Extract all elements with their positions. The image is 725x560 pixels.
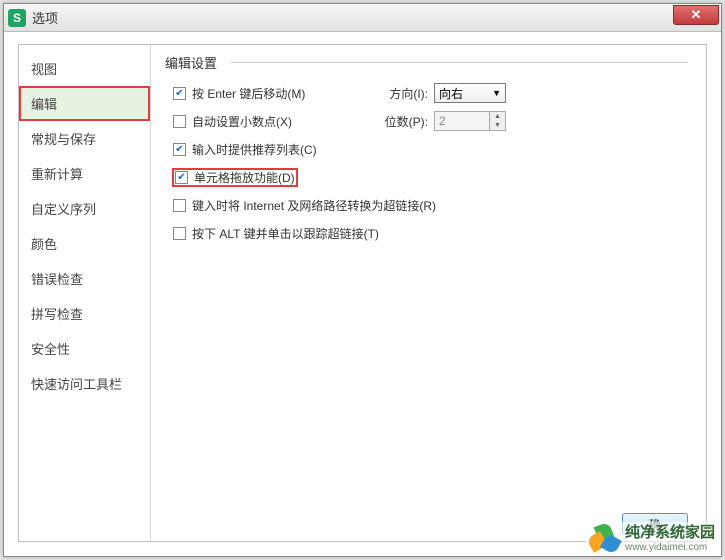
row-internet-link: 键入时将 Internet 及网络路径转换为超链接(R) bbox=[173, 194, 686, 216]
chevron-down-icon: ▼ bbox=[492, 88, 501, 98]
label-direction: 方向(I): bbox=[389, 85, 428, 102]
watermark-url: www.yidaimei.com bbox=[625, 542, 715, 553]
checkbox-auto-decimal[interactable] bbox=[173, 115, 186, 128]
label-places: 位数(P): bbox=[385, 113, 428, 130]
spinner-up-icon[interactable]: ▲ bbox=[490, 112, 505, 121]
sidebar-item-color[interactable]: 颜色 bbox=[19, 226, 150, 261]
spinner-down-icon[interactable]: ▼ bbox=[490, 121, 505, 130]
sidebar-item-recalculate[interactable]: 重新计算 bbox=[19, 156, 150, 191]
select-direction[interactable]: 向右 ▼ bbox=[434, 83, 506, 103]
spinner-places[interactable]: 2 ▲ ▼ bbox=[434, 111, 506, 131]
checkbox-drag-drop[interactable] bbox=[175, 171, 188, 184]
label-internet-link: 键入时将 Internet 及网络路径转换为超链接(R) bbox=[192, 197, 436, 214]
label-auto-decimal: 自动设置小数点(X) bbox=[192, 113, 292, 130]
app-icon: S bbox=[8, 9, 26, 27]
checkbox-enter-move[interactable] bbox=[173, 87, 186, 100]
sidebar-item-error-check[interactable]: 错误检查 bbox=[19, 261, 150, 296]
highlight-drag-drop: 单元格拖放功能(D) bbox=[173, 169, 297, 186]
label-suggest-list: 输入时提供推荐列表(C) bbox=[192, 141, 317, 158]
row-auto-decimal: 自动设置小数点(X) 位数(P): 2 ▲ ▼ bbox=[173, 110, 686, 132]
sidebar-item-spell-check[interactable]: 拼写检查 bbox=[19, 296, 150, 331]
watermark-title: 纯净系统家园 bbox=[625, 525, 715, 542]
sidebar-item-quick-access[interactable]: 快速访问工具栏 bbox=[19, 366, 150, 401]
direction-control: 方向(I): 向右 ▼ bbox=[389, 83, 686, 103]
sidebar: 视图 编辑 常规与保存 重新计算 自定义序列 颜色 错误检查 拼写检查 安全性 … bbox=[19, 45, 151, 541]
label-drag-drop: 单元格拖放功能(D) bbox=[194, 169, 295, 186]
content-area: 视图 编辑 常规与保存 重新计算 自定义序列 颜色 错误检查 拼写检查 安全性 … bbox=[18, 44, 707, 542]
sidebar-item-custom-lists[interactable]: 自定义序列 bbox=[19, 191, 150, 226]
select-direction-value: 向右 bbox=[439, 85, 463, 102]
window-title: 选项 bbox=[32, 8, 58, 27]
sidebar-item-view[interactable]: 视图 bbox=[19, 51, 150, 86]
section-divider bbox=[231, 62, 688, 63]
label-enter-move: 按 Enter 键后移动(M) bbox=[192, 85, 305, 102]
row-drag-drop: 单元格拖放功能(D) bbox=[173, 166, 686, 188]
main-panel: 编辑设置 按 Enter 键后移动(M) 方向(I): 向右 ▼ bbox=[151, 45, 706, 541]
row-alt-click: 按下 ALT 键并单击以跟踪超链接(T) bbox=[173, 222, 686, 244]
close-icon: ✕ bbox=[691, 7, 702, 23]
watermark: 纯净系统家园 www.yidaimei.com bbox=[585, 522, 719, 556]
options-group: 按 Enter 键后移动(M) 方向(I): 向右 ▼ 自动设置小数点(X) 位… bbox=[165, 72, 692, 244]
sidebar-item-edit[interactable]: 编辑 bbox=[19, 86, 150, 121]
label-alt-click: 按下 ALT 键并单击以跟踪超链接(T) bbox=[192, 225, 379, 242]
sidebar-item-security[interactable]: 安全性 bbox=[19, 331, 150, 366]
close-button[interactable]: ✕ bbox=[673, 5, 719, 25]
checkbox-internet-link[interactable] bbox=[173, 199, 186, 212]
checkbox-suggest-list[interactable] bbox=[173, 143, 186, 156]
row-enter-move: 按 Enter 键后移动(M) 方向(I): 向右 ▼ bbox=[173, 82, 686, 104]
row-suggest-list: 输入时提供推荐列表(C) bbox=[173, 138, 686, 160]
sidebar-item-general-save[interactable]: 常规与保存 bbox=[19, 121, 150, 156]
places-control: 位数(P): 2 ▲ ▼ bbox=[385, 111, 686, 131]
spinner-places-value: 2 bbox=[439, 114, 446, 128]
section-title: 编辑设置 bbox=[165, 53, 221, 72]
titlebar: S 选项 ✕ bbox=[4, 4, 721, 32]
checkbox-alt-click[interactable] bbox=[173, 227, 186, 240]
watermark-logo-icon bbox=[589, 524, 619, 554]
options-dialog: S 选项 ✕ 视图 编辑 常规与保存 重新计算 自定义序列 颜色 错误检查 拼写… bbox=[3, 3, 722, 557]
